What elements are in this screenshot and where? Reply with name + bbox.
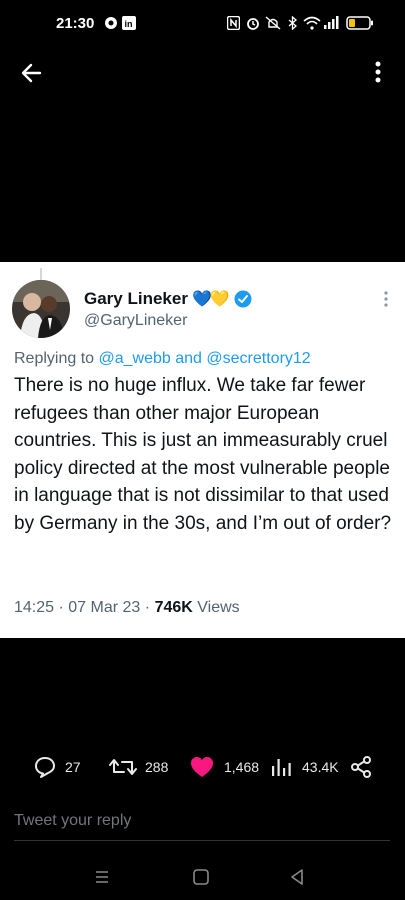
- replying-prefix: Replying to: [14, 350, 95, 367]
- replying-user-link[interactable]: @a_webb: [99, 350, 171, 367]
- verified-badge-icon: [234, 290, 252, 308]
- status-bar: 21:30 in: [0, 0, 405, 50]
- author-handle[interactable]: @GaryLineker: [84, 312, 187, 330]
- battery-icon: [345, 15, 375, 31]
- tweet-card[interactable]: Gary Lineker 💙💛 @GaryLineker Replying to…: [0, 262, 405, 638]
- signal-icon: [322, 15, 340, 31]
- author-name[interactable]: Gary Lineker: [84, 289, 188, 309]
- author-emoji: 💙💛: [191, 291, 230, 308]
- more-options-button[interactable]: [371, 59, 385, 87]
- replying-and: and: [175, 350, 202, 367]
- replying-user-link[interactable]: @secrettory12: [206, 350, 310, 367]
- alarm-icon: [245, 15, 261, 31]
- like-button[interactable]: 1,468: [189, 755, 259, 779]
- reply-input[interactable]: Tweet your reply: [14, 812, 390, 841]
- more-vertical-icon: [384, 291, 388, 307]
- status-time: 21:30: [56, 15, 95, 32]
- meta-separator: ·: [144, 599, 151, 616]
- nfc-icon: [226, 15, 240, 31]
- tweet-meta: 14:25 · 07 Mar 23 · 746K Views: [14, 599, 240, 617]
- like-count: 1,468: [224, 759, 260, 775]
- retweet-icon: [109, 759, 137, 775]
- share-button[interactable]: [349, 755, 373, 779]
- back-triangle-icon: [291, 869, 303, 885]
- menu-nav-button[interactable]: [92, 867, 112, 887]
- replying-to: Replying to @a_webb and @secrettory12: [14, 350, 311, 368]
- retweet-button[interactable]: 288: [108, 755, 168, 779]
- author-row: Gary Lineker 💙💛: [84, 289, 252, 309]
- thread-line: [40, 268, 42, 280]
- linkedin-icon: in: [121, 15, 137, 31]
- impressions-count: 43.4K: [302, 759, 339, 775]
- bluetooth-icon: [287, 15, 297, 31]
- menu-icon: [96, 871, 108, 883]
- tweet-text: There is no huge influx. We take far few…: [14, 375, 392, 534]
- reply-count: 27: [65, 759, 81, 775]
- tweet-more-button[interactable]: [383, 290, 389, 308]
- wifi-icon: [302, 15, 322, 31]
- analytics-icon: [272, 759, 291, 776]
- more-vertical-icon: [375, 61, 381, 83]
- meta-separator: ·: [58, 599, 64, 616]
- reply-icon: [35, 757, 55, 778]
- system-nav-bar: [0, 858, 405, 900]
- heart-icon: [191, 757, 213, 777]
- tweet-time: 14:25: [14, 599, 55, 616]
- back-nav-button[interactable]: [287, 867, 307, 887]
- action-bar: 27 288 1,468 43.4K: [0, 755, 405, 785]
- analytics-button[interactable]: 43.4K: [269, 755, 339, 779]
- back-button[interactable]: [18, 59, 46, 87]
- home-nav-button[interactable]: [191, 867, 211, 887]
- reply-button[interactable]: 27: [33, 755, 81, 779]
- home-square-icon: [193, 869, 209, 885]
- top-bar: [0, 50, 405, 95]
- mute-icon: [264, 15, 282, 31]
- avatar[interactable]: [12, 280, 70, 338]
- reply-placeholder: Tweet your reply: [14, 812, 132, 829]
- views-label: Views: [197, 599, 240, 616]
- back-arrow-icon: [21, 63, 42, 83]
- settings-icon: [103, 15, 119, 31]
- svg-text:in: in: [125, 19, 133, 29]
- share-icon: [351, 756, 371, 778]
- retweet-count: 288: [145, 759, 169, 775]
- tweet-date: 07 Mar 23: [68, 599, 141, 616]
- views-count[interactable]: 746K: [155, 599, 193, 616]
